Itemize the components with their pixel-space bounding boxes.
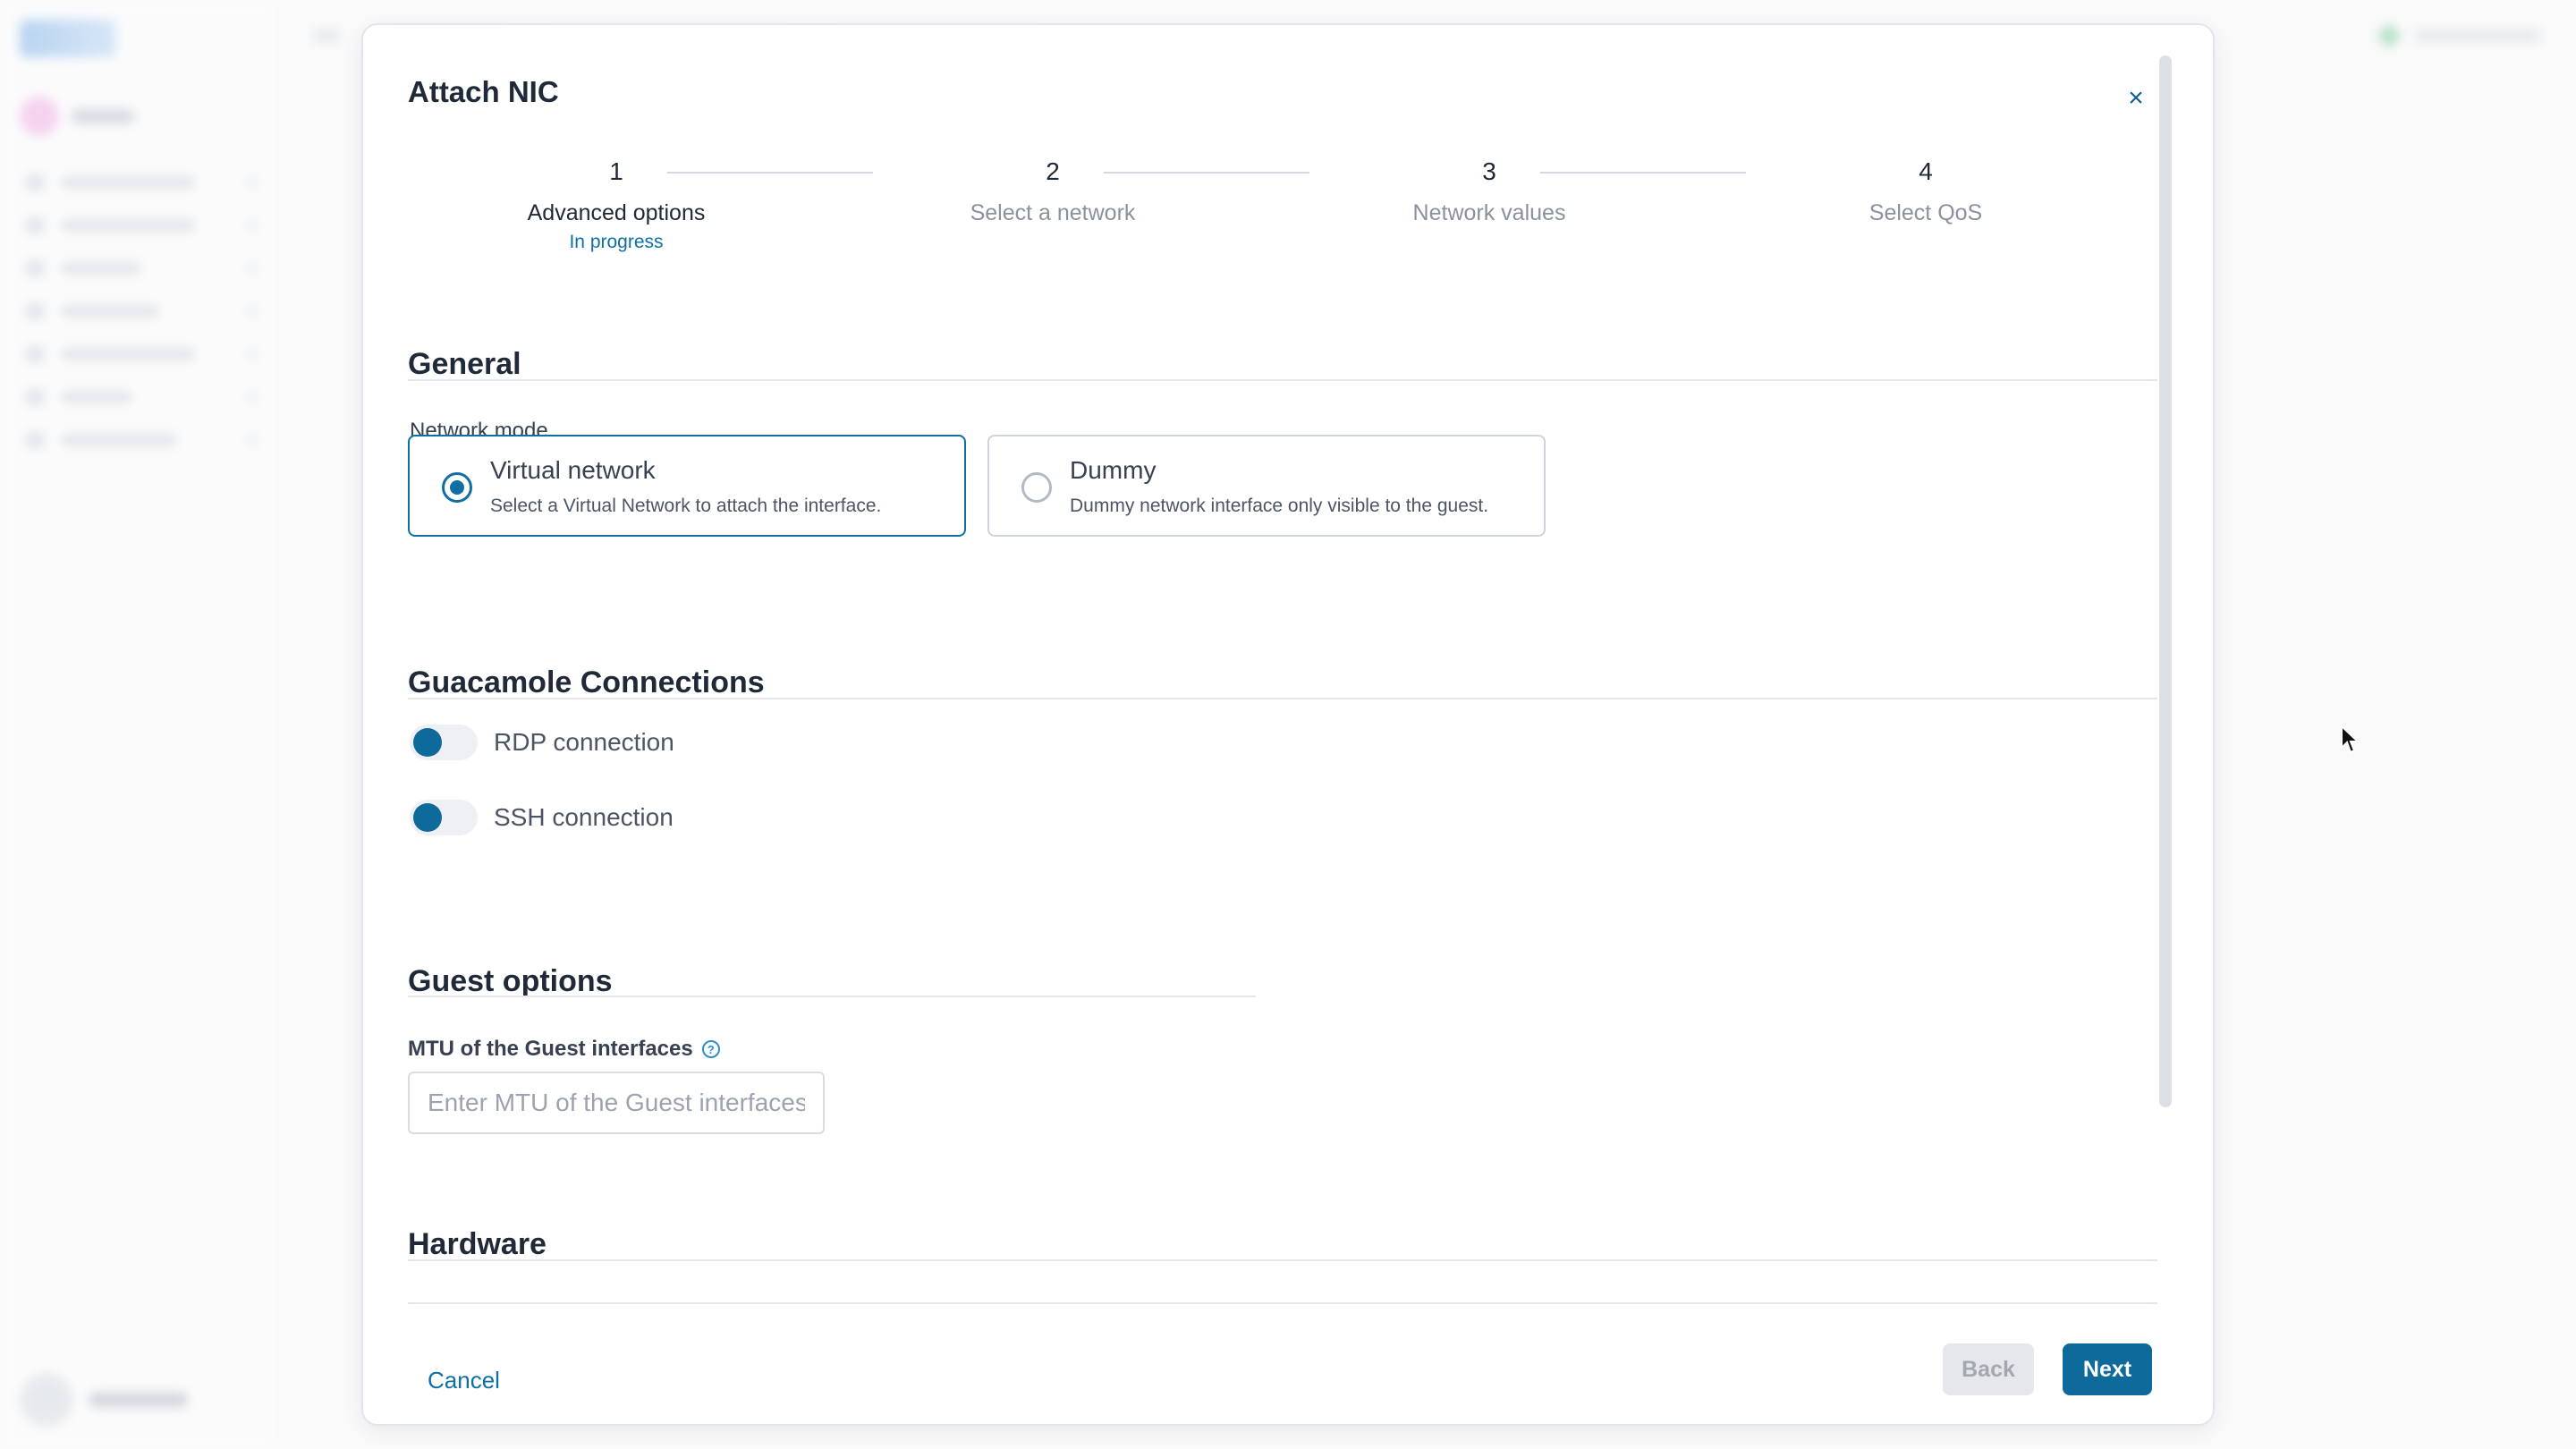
attach-nic-dialog: Attach NIC × 1 Advanced options In progr…: [361, 23, 2215, 1426]
mtu-label-text: MTU of the Guest interfaces: [408, 1037, 693, 1061]
step-label: Advanced options: [527, 200, 706, 225]
mouse-pointer-icon: [2341, 724, 2360, 754]
rdp-connection-toggle[interactable]: [410, 724, 478, 760]
back-button[interactable]: Back: [1943, 1343, 2034, 1395]
wizard-step-select-qos[interactable]: 4 Select QoS: [1792, 154, 2060, 231]
step-number: 3: [1482, 157, 1496, 185]
mtu-input[interactable]: [408, 1072, 825, 1134]
step-number: 1: [609, 157, 623, 185]
step-status: In progress: [569, 232, 664, 252]
section-title-guest-options: Guest options: [408, 964, 613, 998]
radio-unselected-icon[interactable]: [1021, 472, 1052, 503]
step-label: Network values: [1412, 200, 1566, 225]
option-title: Virtual network: [490, 456, 656, 484]
section-title-guacamole: Guacamole Connections: [408, 665, 765, 699]
close-button[interactable]: ×: [2118, 80, 2154, 116]
wizard-step-advanced-options[interactable]: 1 Advanced options In progress: [482, 154, 750, 254]
ssh-connection-toggle[interactable]: [410, 800, 478, 835]
section-divider: [408, 1259, 2157, 1261]
dialog-scrollbar[interactable]: [2159, 55, 2172, 1107]
step-label: Select a network: [970, 200, 1136, 225]
step-number: 2: [1046, 157, 1060, 185]
footer-divider: [408, 1302, 2157, 1304]
network-mode-option-virtual[interactable]: Virtual network Select a Virtual Network…: [408, 435, 966, 537]
option-description: Dummy network interface only visible to …: [1070, 496, 1489, 516]
close-icon: ×: [2128, 83, 2144, 113]
cancel-button[interactable]: Cancel: [428, 1367, 500, 1394]
mtu-field-label: MTU of the Guest interfaces ?: [408, 1037, 720, 1062]
help-circle-icon[interactable]: ?: [701, 1040, 720, 1058]
toggle-label: RDP connection: [494, 728, 674, 756]
rdp-connection-row: RDP connection: [410, 723, 674, 762]
radio-selected-icon[interactable]: [442, 472, 472, 503]
section-title-hardware: Hardware: [408, 1227, 547, 1261]
option-title: Dummy: [1070, 456, 1157, 484]
section-divider: [408, 379, 2157, 381]
network-mode-option-dummy[interactable]: Dummy Dummy network interface only visib…: [987, 435, 1546, 537]
option-description: Select a Virtual Network to attach the i…: [490, 496, 882, 516]
section-divider: [408, 996, 1256, 997]
next-button[interactable]: Next: [2063, 1343, 2152, 1395]
wizard-step-select-network[interactable]: 2 Select a network: [919, 154, 1187, 231]
section-title-general: General: [408, 347, 521, 381]
ssh-connection-row: SSH connection: [410, 798, 674, 837]
step-number: 4: [1919, 157, 1933, 185]
wizard-step-network-values[interactable]: 3 Network values: [1355, 154, 1623, 231]
step-label: Select QoS: [1868, 200, 1983, 225]
toggle-label: SSH connection: [494, 803, 674, 831]
wizard-steps: 1 Advanced options In progress 2 Select …: [408, 154, 2157, 261]
dialog-title: Attach NIC: [408, 75, 559, 108]
section-divider: [408, 698, 2157, 699]
